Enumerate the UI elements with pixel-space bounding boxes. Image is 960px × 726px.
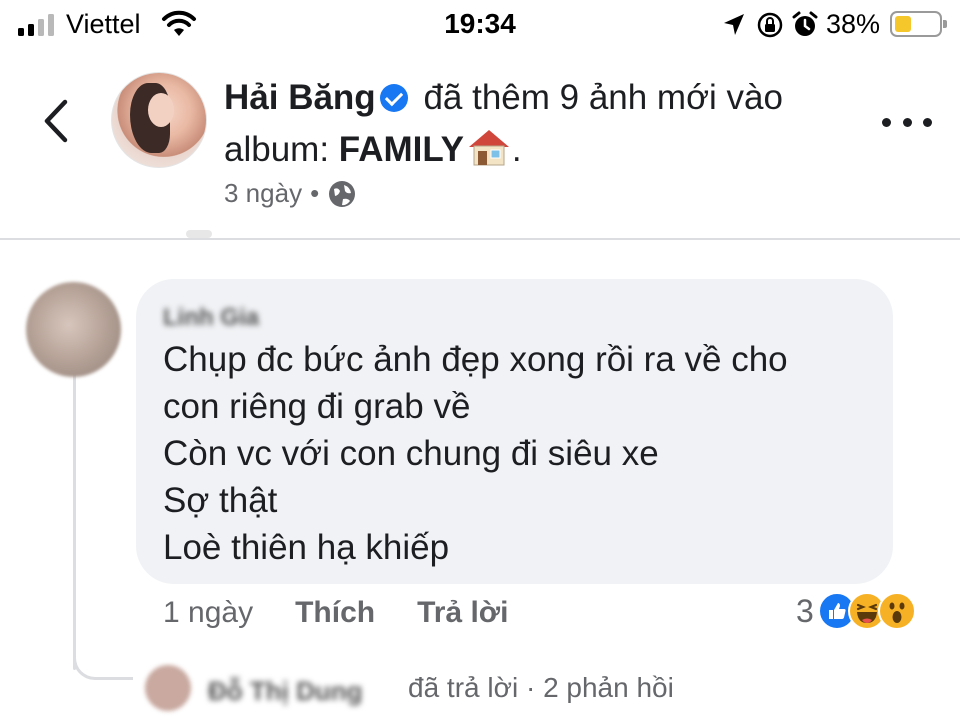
header-divider	[0, 238, 960, 240]
like-button[interactable]: Thích	[295, 596, 375, 630]
comment-line: Chụp đc bức ảnh đẹp xong rồi ra về cho	[163, 340, 788, 379]
comment-line: con riêng đi grab về	[163, 387, 471, 426]
thread-connector	[73, 640, 133, 680]
album-suffix: .	[511, 130, 522, 169]
album-link[interactable]: FAMILY	[339, 130, 464, 169]
view-replies-link[interactable]: đã trả lời · 2 phản hồi	[408, 672, 674, 704]
thread-line	[73, 370, 76, 670]
commenter-avatar[interactable]	[26, 282, 121, 377]
meta-separator: •	[310, 178, 320, 208]
back-button[interactable]	[38, 96, 74, 146]
post-title: Hải Băng đã thêm 9 ảnh mới vào album: FA…	[224, 72, 844, 176]
reaction-count: 3	[796, 592, 814, 629]
battery-icon	[890, 11, 947, 37]
battery-percentage: 38%	[826, 9, 881, 39]
orientation-lock-icon	[757, 12, 783, 38]
chevron-left-icon	[44, 99, 68, 143]
globe-icon[interactable]	[327, 179, 357, 209]
post-time[interactable]: 3 ngày	[224, 178, 302, 209]
more-options-icon	[882, 117, 891, 127]
replier-avatar[interactable]	[145, 665, 191, 711]
house-emoji	[468, 130, 509, 166]
status-bar: Viettel 19:34 38%	[0, 0, 960, 50]
comment-actions: 1 ngày Thích Trả lời	[163, 596, 508, 630]
comment-line: Sợ thật	[163, 481, 278, 520]
comment-line: Còn vc với con chung đi siêu xe	[163, 434, 659, 473]
commenter-name[interactable]: Linh Gia	[163, 304, 259, 332]
author-name[interactable]: Hải Băng	[224, 78, 376, 117]
reply-button[interactable]: Trả lời	[417, 596, 508, 630]
comment-line: Loè thiên hạ khiếp	[163, 528, 450, 567]
wow-reaction-icon	[877, 592, 916, 630]
alarm-icon	[792, 11, 818, 36]
comment-text: Chụp đc bức ảnh đẹp xong rồi ra về cho c…	[163, 336, 883, 571]
post-meta: 3 ngày •	[224, 178, 357, 209]
reaction-summary[interactable]: 3	[796, 592, 916, 630]
comment-time[interactable]: 1 ngày	[163, 596, 253, 630]
location-arrow-icon	[724, 14, 744, 35]
verified-badge-icon	[379, 84, 408, 112]
scroll-remnant	[186, 230, 212, 238]
replier-name[interactable]: Đỗ Thị Dung	[208, 676, 363, 707]
more-options-button[interactable]	[882, 108, 932, 136]
author-avatar[interactable]	[111, 72, 207, 168]
